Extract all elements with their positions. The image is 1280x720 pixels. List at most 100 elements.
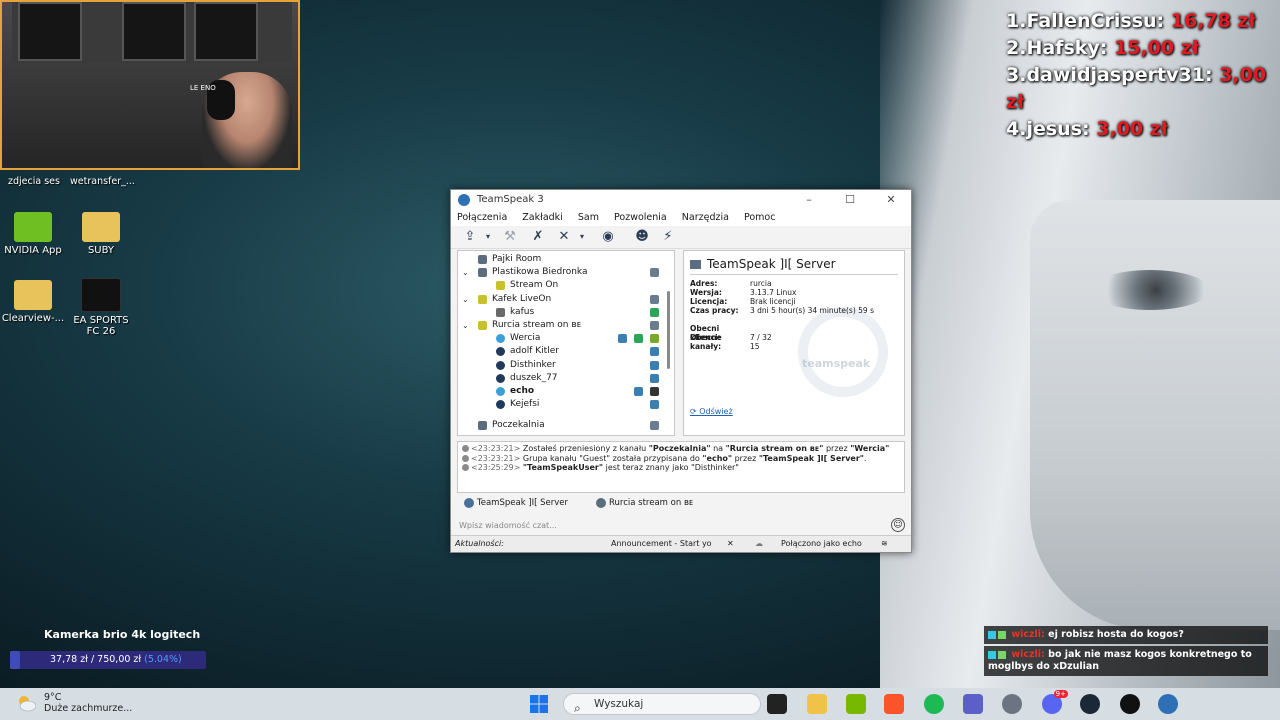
maximize-button[interactable]: ☐ — [830, 190, 870, 210]
desktop-file-label[interactable]: wetransfer_... — [70, 176, 135, 187]
channel-icon — [596, 498, 606, 508]
tree-row[interactable]: Poczekalnia — [458, 419, 659, 432]
tree-row[interactable]: ⌄ Kafek LiveOn — [458, 293, 659, 306]
contacts-icon[interactable]: ☻ — [633, 229, 651, 245]
menu-connections[interactable]: Połączenia — [457, 212, 507, 223]
app-icon[interactable] — [1120, 694, 1140, 714]
tree-row[interactable]: Disthinker — [458, 359, 659, 372]
tree-row[interactable]: Kejefsi — [458, 398, 659, 411]
log-text: . — [863, 453, 867, 463]
tab-channel[interactable]: Rurcia stream on ʙᴇ — [593, 495, 693, 511]
goal-percent: (5.04%) — [144, 654, 182, 665]
badge-icon — [998, 630, 1006, 639]
tree-row[interactable]: duszek_77 — [458, 372, 659, 385]
teamspeak-window[interactable]: TeamSpeak 3 – ☐ ✕ Połączenia Zakładki Sa… — [450, 189, 912, 553]
chat-username: wiczli: — [1011, 649, 1045, 660]
refresh-link[interactable]: ⟳ Odśwież — [690, 407, 733, 416]
menu-tools[interactable]: Narzędzia — [682, 212, 729, 223]
desktop-icon-eafc[interactable]: EA SPORTS FC 26 — [66, 278, 136, 337]
window-title: TeamSpeak 3 — [477, 194, 544, 205]
menu-bookmarks[interactable]: Zakładki — [522, 212, 563, 223]
badge-icon — [988, 630, 996, 639]
wallpaper-face — [1030, 200, 1280, 630]
info-value: 3.13.7 Linux — [750, 288, 797, 297]
expand-arrow-icon[interactable]: ⌄ — [462, 293, 469, 306]
weather-desc: Duże zachmurze... — [44, 703, 133, 714]
close-button[interactable]: ✕ — [871, 190, 911, 210]
minimize-button[interactable]: – — [789, 190, 829, 210]
tree-row[interactable]: ⌄ Plastikowa Biedronka — [458, 266, 659, 279]
desktop-file-label[interactable]: zdjecia ses — [8, 176, 60, 187]
tree-row[interactable]: ⌄ Rurcia stream on ʙᴇ — [458, 319, 659, 332]
away-status-icon[interactable]: ◉ — [599, 229, 617, 245]
expand-arrow-icon[interactable]: ⌄ — [462, 319, 469, 332]
connect-icon[interactable]: ⇪ — [461, 229, 479, 245]
jersey-frame — [194, 2, 258, 61]
close-announcement-icon[interactable]: ✕ — [727, 536, 734, 552]
teams-icon[interactable] — [963, 694, 983, 714]
emoji-icon[interactable]: ☺ — [891, 518, 905, 532]
channel-icon — [478, 421, 487, 430]
tree-row[interactable]: echo — [458, 385, 659, 398]
dropdown-arrow-icon[interactable]: ▾ — [479, 229, 497, 245]
log-text: przez — [823, 444, 851, 453]
tree-row[interactable]: adolf Kitler — [458, 345, 659, 358]
desktop-icon-label: SUBY — [87, 245, 115, 256]
log-text: Zostałeś przeniesiony z kanału — [522, 444, 649, 453]
window-titlebar[interactable]: TeamSpeak 3 – ☐ ✕ — [451, 190, 911, 210]
expand-arrow-icon[interactable]: ⌄ — [462, 266, 469, 279]
mute-microphone-icon[interactable]: ✗ — [529, 229, 547, 245]
tree-row-label: Poczekalnia — [492, 420, 545, 430]
info-value: 3 dni 5 hour(s) 34 minute(s) 59 s — [750, 306, 874, 315]
dropdown-arrow-icon[interactable]: ▾ — [573, 229, 591, 245]
tree-row[interactable]: kafus — [458, 306, 659, 319]
tree-row[interactable]: Wercia — [458, 332, 659, 345]
menu-permissions[interactable]: Pozwolenia — [614, 212, 667, 223]
desktop-icon-nvidia[interactable]: NVIDIA App — [0, 212, 68, 256]
donor-name: Hafsky: — [1026, 37, 1108, 59]
teamspeak-taskbar-icon[interactable] — [1158, 694, 1178, 714]
nvidia-icon — [14, 212, 52, 242]
channel-tree[interactable]: Pajki Room ⌄ Plastikowa Biedronka Stream On… — [457, 250, 675, 436]
identity-icon[interactable]: ⚡ — [659, 229, 677, 245]
mute-speaker-icon[interactable]: ✕ — [555, 229, 573, 245]
client-icon — [496, 334, 505, 343]
menu-help[interactable]: Pomoc — [744, 212, 776, 223]
steam-icon[interactable] — [1080, 694, 1100, 714]
disconnect-icon[interactable]: ⚒ — [501, 229, 519, 245]
log-text: "Poczekalnia" — [648, 444, 711, 453]
file-explorer-icon[interactable] — [807, 694, 827, 714]
settings-gear-icon[interactable] — [1002, 694, 1022, 714]
chat-input[interactable]: Wpisz wiadomość czat... — [457, 519, 907, 533]
desktop-icon-clearview[interactable]: Clearview-... — [0, 280, 68, 324]
tree-scrollbar[interactable] — [667, 291, 670, 369]
donation-row: 1.FallenCrissu: 16,78 zł — [1006, 8, 1276, 35]
tree-row-label: echo — [510, 386, 535, 396]
menu-self[interactable]: Sam — [578, 212, 599, 223]
tab-server[interactable]: TeamSpeak ]I[ Server — [461, 495, 568, 511]
group-badge-icon — [634, 387, 643, 396]
donation-amount: 15,00 zł — [1114, 37, 1199, 59]
brave-browser-icon[interactable] — [884, 694, 904, 714]
channel-icon — [478, 255, 487, 264]
weather-widget[interactable]: 9°C Duże zachmurze... — [16, 692, 132, 714]
spotify-icon[interactable] — [924, 694, 944, 714]
desktop-icon-suby[interactable]: SUBY — [66, 212, 136, 256]
tree-row[interactable]: Pajki Room — [458, 253, 658, 266]
discord-icon[interactable]: 9+ — [1042, 690, 1068, 714]
lock-icon — [650, 268, 659, 277]
start-icon[interactable] — [529, 694, 549, 714]
nvidia-taskbar-icon[interactable] — [846, 694, 866, 714]
desktop-icon-label: NVIDIA App — [4, 245, 62, 256]
group-badge-icon — [650, 334, 659, 343]
announcement-text[interactable]: Announcement - Start yo — [611, 536, 712, 552]
desktop-icon-label: Clearview-... — [1, 313, 65, 324]
lock-icon — [650, 421, 659, 430]
chat-log[interactable]: <23:23:21> Zostałeś przeniesiony z kanał… — [457, 441, 905, 493]
taskbar-search-input[interactable]: ⌕ Wyszukaj — [563, 693, 761, 715]
info-key: Czas pracy: — [690, 306, 739, 315]
folder-icon — [14, 280, 52, 310]
task-view-icon[interactable] — [767, 694, 787, 714]
tree-row[interactable]: Stream On — [458, 279, 658, 292]
group-badge-icon — [634, 334, 643, 343]
